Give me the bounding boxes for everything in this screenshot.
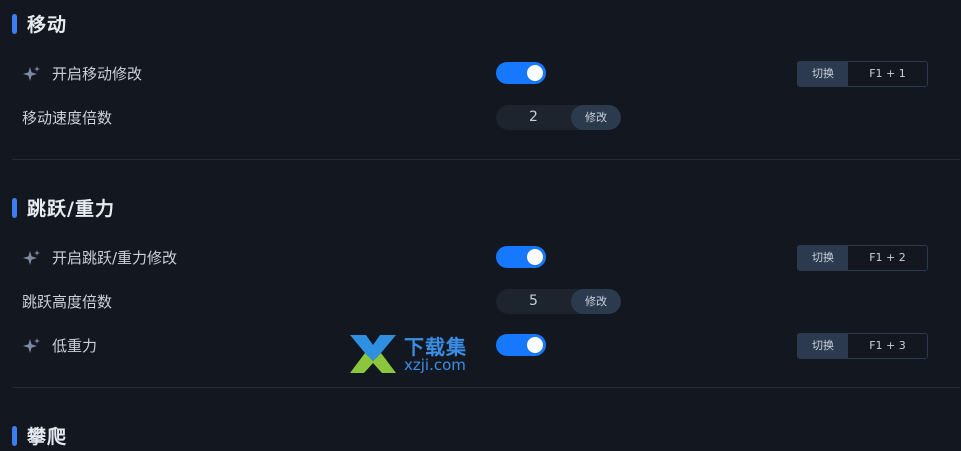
section-accent-bar	[12, 197, 17, 218]
hotkey-switch-button[interactable]: 切换	[798, 62, 848, 86]
section-title: 跳跃/重力	[27, 198, 115, 220]
hotkey-keys: F1 + 3	[848, 334, 927, 358]
watermark-logo: 下载集 xzji.com	[346, 331, 486, 377]
hotkey-keys: F1 + 2	[848, 246, 927, 270]
section-header-climb: 攀爬	[12, 422, 67, 449]
option-label: 开启移动修改	[52, 65, 143, 83]
hotkey-switch-button[interactable]: 切换	[798, 246, 848, 270]
jump-height-modify-button[interactable]: 修改	[571, 289, 621, 314]
hotkey-low-gravity: 切换 F1 + 3	[797, 333, 928, 359]
option-label: 低重力	[52, 337, 98, 355]
jump-height-value[interactable]: 5	[496, 289, 571, 314]
section-header-move: 移动	[12, 10, 67, 37]
move-speed-value[interactable]: 2	[496, 105, 571, 130]
toggle-low-gravity[interactable]	[496, 334, 546, 356]
option-row-jump-height: 跳跃高度倍数	[22, 291, 112, 312]
move-speed-stepper: 2 修改	[496, 105, 621, 130]
sparkle-icon	[22, 64, 42, 84]
hotkey-move-enable: 切换 F1 + 1	[797, 61, 928, 87]
toggle-knob	[527, 249, 543, 265]
section-divider	[12, 387, 960, 388]
hotkey-jump-enable: 切换 F1 + 2	[797, 245, 928, 271]
watermark-url: xzji.com	[404, 356, 466, 374]
section-divider	[12, 159, 960, 160]
trainer-panel: 移动 开启移动修改 切换 F1 + 1 移动速度倍数 2 修改 跳跃/重力 开启…	[0, 0, 961, 451]
section-accent-bar	[12, 13, 17, 34]
move-speed-modify-button[interactable]: 修改	[571, 105, 621, 130]
option-row-move-speed: 移动速度倍数	[22, 107, 112, 128]
section-header-jump: 跳跃/重力	[12, 194, 115, 221]
toggle-move-enable[interactable]	[496, 62, 546, 84]
sparkle-icon	[22, 336, 42, 356]
toggle-jump-enable[interactable]	[496, 246, 546, 268]
option-label: 移动速度倍数	[22, 109, 113, 127]
sparkle-icon	[22, 248, 42, 268]
hotkey-switch-button[interactable]: 切换	[798, 334, 848, 358]
option-row-move-enable: 开启移动修改	[22, 63, 142, 84]
option-label: 跳跃高度倍数	[22, 293, 113, 311]
section-title: 移动	[27, 14, 68, 36]
option-row-jump-enable: 开启跳跃/重力修改	[22, 247, 177, 268]
toggle-knob	[527, 337, 543, 353]
hotkey-keys: F1 + 1	[848, 62, 927, 86]
watermark-x-icon	[350, 335, 396, 373]
option-row-low-gravity: 低重力	[22, 335, 97, 356]
section-accent-bar	[12, 425, 17, 446]
toggle-knob	[527, 65, 543, 81]
section-title: 攀爬	[27, 426, 68, 448]
option-label: 开启跳跃/重力修改	[52, 249, 178, 267]
jump-height-stepper: 5 修改	[496, 289, 621, 314]
